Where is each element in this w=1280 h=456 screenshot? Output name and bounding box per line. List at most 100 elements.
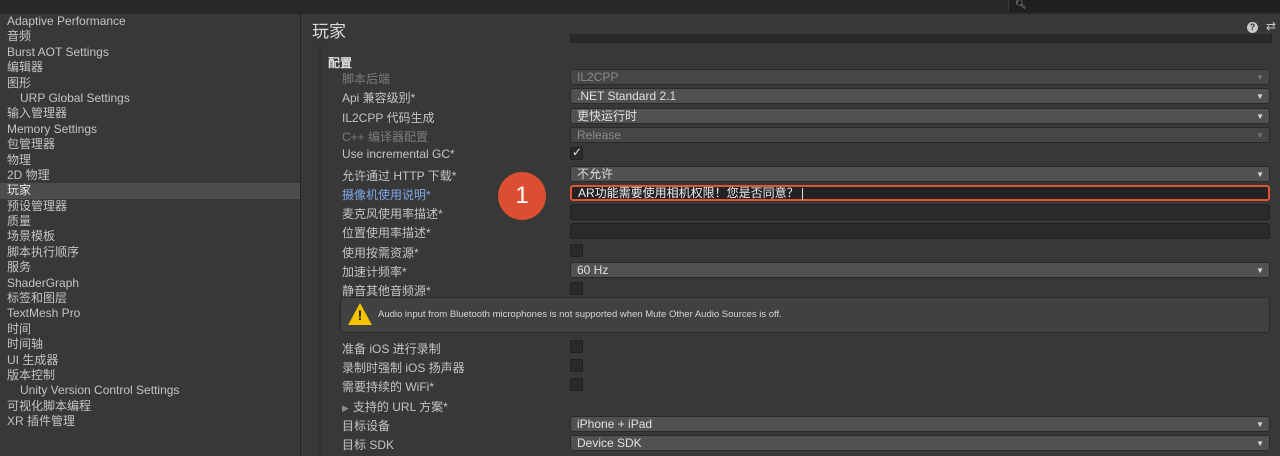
setting-label: 目标 SDK: [342, 438, 395, 453]
sidebar-item[interactable]: 可视化脚本编程: [0, 399, 300, 414]
player-settings-panel: 玩家 ? ⇄ 配置 1 ! Audio input from Bluetooth…: [302, 14, 1280, 456]
on-demand-resources-checkbox[interactable]: [570, 243, 583, 257]
field-value-text: 60 Hz: [577, 263, 609, 277]
field-value-text: iPhone + iPad: [577, 416, 653, 431]
sidebar-item[interactable]: 场景模板: [0, 229, 300, 244]
warning-text: Audio input from Bluetooth microphones i…: [378, 309, 782, 320]
sidebar-item[interactable]: XR 插件管理: [0, 414, 300, 429]
scrolled-field-edge: [570, 34, 1272, 43]
sidebar-item[interactable]: 音频: [0, 29, 300, 44]
settings-search-input[interactable]: 🔍︎: [1008, 0, 1280, 12]
sidebar-item[interactable]: UI 生成器: [0, 353, 300, 368]
setting-label: 需要持续的 WiFi*: [342, 380, 434, 395]
setting-row-force-ios-speaker: 录制时强制 iOS 扬声器: [302, 357, 1280, 376]
scripting-backend-dropdown: IL2CPP ▼: [570, 69, 1270, 85]
page-title: 玩家: [312, 22, 346, 41]
sidebar-item[interactable]: Memory Settings: [0, 122, 300, 137]
sidebar-item[interactable]: ShaderGraph: [0, 276, 300, 291]
field-value-text: Device SDK: [577, 436, 642, 451]
setting-row-api-compat: Api 兼容级别* .NET Standard 2.1 ▼: [302, 87, 1280, 106]
sidebar-item[interactable]: 包管理器: [0, 137, 300, 152]
camera-usage-input[interactable]: AR功能需要使用相机权限！您是否同意？: [570, 184, 1270, 201]
chevron-down-icon: ▼: [1256, 439, 1264, 449]
setting-row-il2cpp-codegen: IL2CPP 代码生成 更快运行时 ▼: [302, 107, 1280, 126]
chevron-down-icon: ▼: [1256, 419, 1264, 429]
sidebar-item[interactable]: 质量: [0, 214, 300, 229]
cpp-compiler-config-dropdown: Release ▼: [570, 126, 1270, 143]
sidebar-item[interactable]: 版本控制: [0, 368, 300, 383]
force-ios-speaker-checkbox[interactable]: [570, 358, 583, 372]
sidebar-item[interactable]: 物理: [0, 153, 300, 168]
setting-row-mic-usage: 麦克风使用率描述*: [302, 203, 1280, 222]
setting-label: C++ 编译器配置: [342, 129, 429, 144]
sidebar-item[interactable]: 服务: [0, 260, 300, 275]
il2cpp-codegen-dropdown[interactable]: 更快运行时 ▼: [570, 107, 1270, 124]
setting-label: 加速计频率*: [342, 265, 407, 279]
sidebar-item[interactable]: 脚本执行顺序: [0, 245, 300, 260]
checkmark-icon: ✓: [572, 145, 583, 160]
setting-label: 录制时强制 iOS 扬声器: [342, 360, 465, 375]
setting-row-url-schemes: ▶ 支持的 URL 方案*: [302, 396, 1280, 415]
mute-other-audio-checkbox[interactable]: [570, 282, 583, 296]
sidebar-item[interactable]: 图形: [0, 76, 300, 91]
foldout-label[interactable]: 支持的 URL 方案*: [353, 400, 448, 414]
chevron-down-icon: ▼: [1256, 266, 1264, 275]
target-device-dropdown[interactable]: iPhone + iPad ▼: [570, 415, 1270, 432]
setting-label: Api 兼容级别*: [342, 91, 416, 106]
setting-row-on-demand-resources: 使用按需资源*: [302, 242, 1280, 261]
sidebar-item[interactable]: Adaptive Performance: [0, 14, 300, 29]
setting-label: Use incremental GC*: [342, 147, 455, 162]
setting-row-requires-wifi: 需要持续的 WiFi*: [302, 376, 1280, 395]
setting-row-target-device: 目标设备 iPhone + iPad ▼: [302, 415, 1280, 434]
sidebar-item[interactable]: URP Global Settings: [0, 91, 300, 106]
setting-label: 准备 iOS 进行录制: [342, 341, 441, 356]
field-value-text: IL2CPP: [577, 70, 619, 84]
field-value-text: AR功能需要使用相机权限！您是否同意？: [578, 185, 799, 200]
prepare-ios-recording-checkbox[interactable]: [570, 339, 583, 353]
sidebar-item[interactable]: 2D 物理: [0, 168, 300, 183]
accelerometer-frequency-dropdown[interactable]: 60 Hz ▼: [570, 262, 1270, 278]
setting-label: 脚本后端: [342, 72, 391, 86]
chevron-down-icon: ▼: [1256, 130, 1264, 140]
sidebar-item[interactable]: 编辑器: [0, 60, 300, 75]
field-value: AR功能需要使用相机权限！您是否同意？: [578, 186, 803, 201]
field-value: Device SDK: [577, 436, 642, 451]
field-value-text: .NET Standard 2.1: [577, 89, 677, 104]
sidebar-item[interactable]: 预设管理器: [0, 199, 300, 214]
chevron-down-icon: ▼: [1256, 73, 1264, 82]
http-download-dropdown[interactable]: 不允许 ▼: [570, 165, 1270, 182]
api-compat-dropdown[interactable]: .NET Standard 2.1 ▼: [570, 88, 1270, 105]
field-value: .NET Standard 2.1: [577, 89, 676, 104]
setting-row-incremental-gc: Use incremental GC* ✓: [302, 145, 1280, 164]
text-caret: [801, 187, 803, 200]
sidebar-item[interactable]: Unity Version Control Settings: [0, 383, 300, 398]
setting-row-cpp-compiler-config: C++ 编译器配置 Release ▼: [302, 126, 1280, 145]
sidebar-item[interactable]: 输入管理器: [0, 106, 300, 121]
sidebar-item[interactable]: TextMesh Pro: [0, 306, 300, 321]
target-sdk-dropdown[interactable]: Device SDK ▼: [570, 435, 1270, 452]
setting-row-scripting-backend: 脚本后端 IL2CPP ▼: [302, 68, 1280, 87]
warning-mark: !: [357, 307, 363, 323]
setting-label: 麦克风使用率描述*: [342, 207, 443, 222]
preset-settings-icon[interactable]: ⇄: [1266, 19, 1276, 33]
incremental-gc-checkbox[interactable]: ✓: [570, 145, 583, 161]
chevron-down-icon: ▼: [1256, 92, 1264, 102]
sidebar-item[interactable]: 时间: [0, 322, 300, 337]
setting-label: IL2CPP 代码生成: [342, 110, 435, 125]
foldout-arrow-icon[interactable]: ▶: [342, 403, 349, 413]
sidebar-item[interactable]: 玩家: [0, 183, 300, 199]
location-usage-input[interactable]: [570, 223, 1270, 240]
field-value: IL2CPP: [577, 70, 618, 85]
help-icon[interactable]: ?: [1247, 22, 1258, 33]
requires-wifi-checkbox[interactable]: [570, 378, 583, 392]
sidebar-item[interactable]: 标签和图层: [0, 291, 300, 306]
setting-label: ▶ 支持的 URL 方案*: [342, 398, 448, 415]
setting-label: 摄像机使用说明*: [342, 187, 431, 202]
chevron-down-icon: ▼: [1256, 111, 1264, 121]
sidebar-item[interactable]: Burst AOT Settings: [0, 45, 300, 60]
sidebar-item[interactable]: 时间轴: [0, 337, 300, 352]
field-value: 更快运行时: [577, 109, 637, 124]
warning-helpbox: ! Audio input from Bluetooth microphones…: [340, 297, 1270, 333]
top-toolbar: 🔍︎: [0, 0, 1280, 14]
mic-usage-input[interactable]: [570, 204, 1270, 221]
